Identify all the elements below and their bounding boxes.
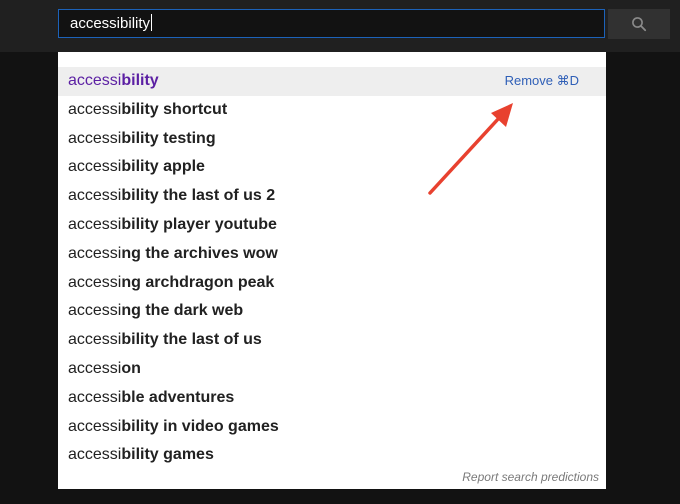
- suggestion-typed-text: accessi: [68, 72, 122, 89]
- suggestion-typed-text: accessi: [68, 388, 122, 406]
- suggestion-typed-text: accessi: [68, 331, 122, 349]
- suggestion-typed-text: accessi: [68, 359, 122, 377]
- suggestion-completion-text: on: [121, 359, 141, 377]
- suggestion-typed-text: accessi: [68, 273, 122, 291]
- suggestion-item[interactable]: accessing the dark web: [58, 297, 606, 326]
- suggestion-typed-text: accessi: [68, 302, 122, 320]
- suggestion-completion-text: bility the last of us: [121, 331, 262, 349]
- suggestion-completion-text: bility games: [121, 446, 214, 464]
- remove-suggestion-link[interactable]: Remove ⌘D: [505, 67, 579, 96]
- search-icon: [632, 17, 647, 32]
- suggestion-typed-text: accessi: [68, 446, 122, 464]
- report-search-predictions-link[interactable]: Report search predictions: [462, 470, 599, 484]
- suggestion-item[interactable]: accessible adventures: [58, 384, 606, 413]
- suggestion-completion-text: ng archdragon peak: [121, 273, 275, 291]
- suggestion-item[interactable]: accessing the archives wow: [58, 240, 606, 269]
- suggestion-item[interactable]: accessing archdragon peak: [58, 269, 606, 298]
- text-caret: [151, 14, 153, 31]
- suggestion-history-item[interactable]: accessibility Remove ⌘D: [58, 67, 606, 96]
- suggestion-completion-text: ble adventures: [121, 388, 235, 406]
- suggestion-typed-text: accessi: [68, 417, 122, 435]
- search-suggestions-dropdown: accessibility Remove ⌘D accessibility shor…: [58, 52, 606, 489]
- suggestion-item[interactable]: accessibility player youtube: [58, 211, 606, 240]
- search-input[interactable]: accessibility: [58, 9, 605, 38]
- suggestion-item[interactable]: accessibility testing: [58, 125, 606, 154]
- suggestion-item[interactable]: accessibility in video games: [58, 413, 606, 442]
- suggestion-completion-text: ng the archives wow: [121, 244, 278, 262]
- suggestion-completion-text: bility: [121, 72, 159, 89]
- masthead: accessibility: [0, 0, 680, 52]
- suggestion-completion-text: bility shortcut: [121, 100, 228, 118]
- suggestion-typed-text: accessi: [68, 187, 122, 205]
- suggestion-typed-text: accessi: [68, 129, 122, 147]
- suggestion-completion-text: ng the dark web: [121, 302, 244, 320]
- suggestion-typed-text: accessi: [68, 244, 122, 262]
- search-button[interactable]: [608, 9, 670, 39]
- suggestion-typed-text: accessi: [68, 158, 122, 176]
- suggestion-completion-text: bility testing: [121, 129, 216, 147]
- suggestion-completion-text: bility player youtube: [121, 215, 277, 233]
- suggestion-item[interactable]: accessibility the last of us 2: [58, 182, 606, 211]
- suggestion-typed-text: accessi: [68, 215, 122, 233]
- suggestion-typed-text: accessi: [68, 100, 122, 118]
- suggestion-item[interactable]: accessibility apple: [58, 153, 606, 182]
- suggestion-item[interactable]: accession: [58, 355, 606, 384]
- suggestion-item[interactable]: accessibility shortcut: [58, 96, 606, 125]
- suggestion-list: accessibility Remove ⌘D accessibility shor…: [58, 67, 606, 470]
- search-input-value: accessibility: [70, 15, 151, 32]
- suggestion-completion-text: bility the last of us 2: [121, 187, 276, 205]
- suggestion-item[interactable]: accessibility games: [58, 441, 606, 470]
- suggestion-completion-text: bility apple: [121, 158, 205, 176]
- suggestion-completion-text: bility in video games: [121, 417, 279, 435]
- suggestion-item[interactable]: accessibility the last of us: [58, 326, 606, 355]
